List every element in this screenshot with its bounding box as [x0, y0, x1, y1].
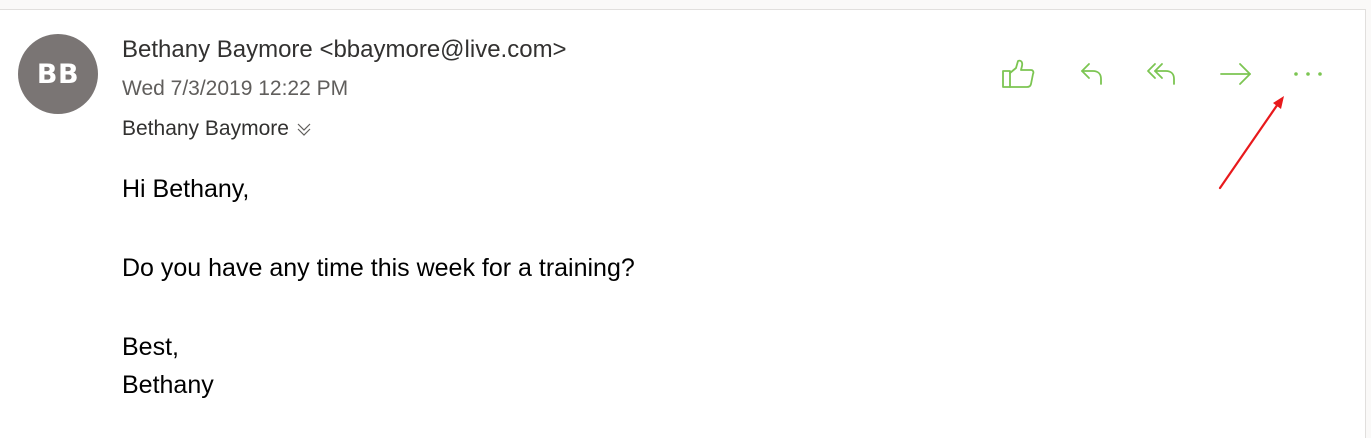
body-greeting: Hi Bethany,	[122, 175, 250, 203]
reply-all-button[interactable]	[1138, 54, 1186, 94]
like-button[interactable]	[994, 54, 1042, 94]
forward-button[interactable]	[1212, 54, 1260, 94]
sender-line[interactable]: Bethany Baymore <bbaymore@live.com>	[122, 36, 567, 64]
message-date: Wed 7/3/2019 12:22 PM	[122, 77, 349, 100]
forward-icon	[1220, 63, 1251, 85]
reply-all-icon	[1147, 63, 1175, 85]
reply-button[interactable]	[1068, 54, 1116, 94]
more-actions-button[interactable]	[1284, 54, 1332, 94]
recipient-name: Bethany Baymore	[122, 117, 289, 140]
body-signature: Bethany	[122, 371, 214, 399]
recipient-row[interactable]: Bethany Baymore	[122, 117, 312, 141]
avatar[interactable]: BB	[18, 34, 98, 114]
body-closing: Best,	[122, 333, 179, 361]
double-chevron-down-icon[interactable]	[296, 121, 312, 137]
more-actions-icon	[1294, 72, 1322, 76]
avatar-initials: BB	[36, 58, 80, 90]
message-body: Hi Bethany, Do you have any time this we…	[122, 170, 635, 404]
reply-icon	[1081, 63, 1102, 85]
like-icon	[1002, 59, 1035, 88]
body-text: Do you have any time this week for a tra…	[122, 254, 635, 282]
